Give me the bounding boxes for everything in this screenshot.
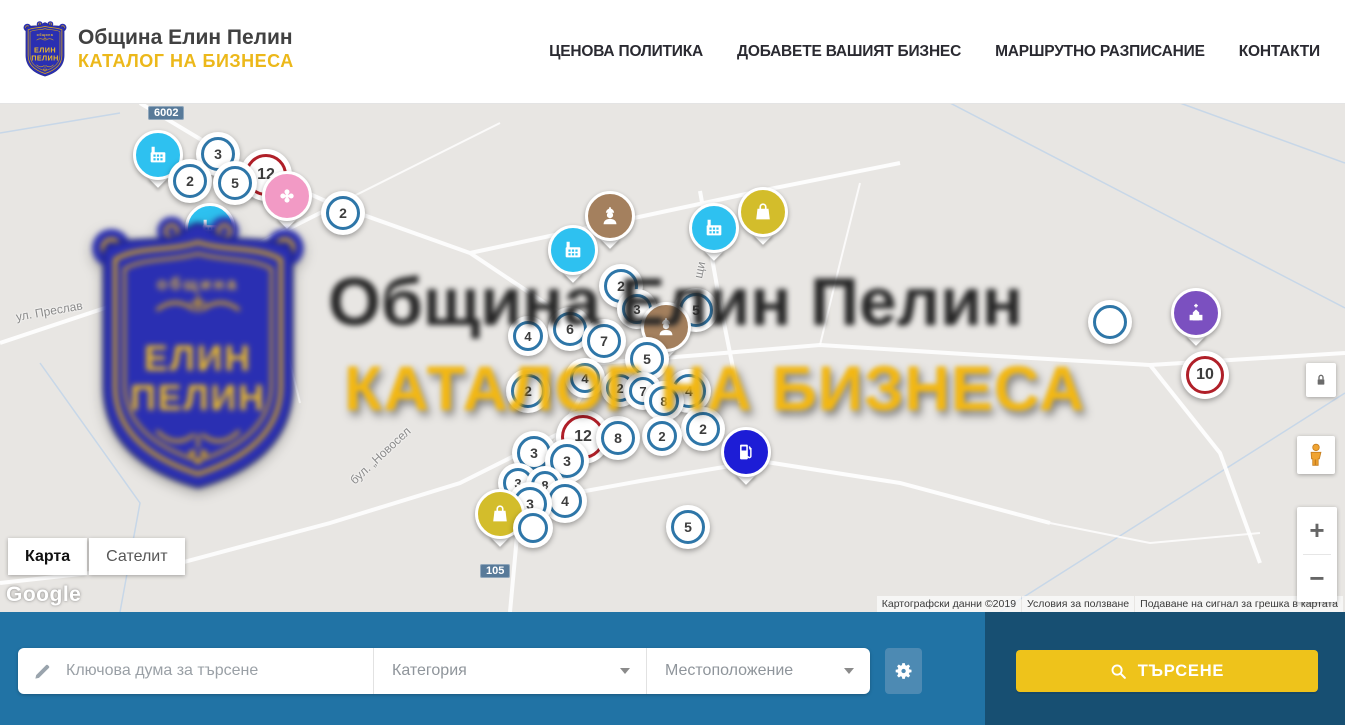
cluster-count: 2	[616, 381, 623, 396]
cluster-count: 3	[563, 453, 571, 469]
cluster-count: 6	[566, 321, 574, 337]
cluster-marker[interactable]: 2	[321, 191, 365, 235]
search-icon	[1110, 663, 1127, 680]
map-type-map-button[interactable]: Карта	[8, 538, 87, 575]
pegman-icon	[1303, 442, 1329, 468]
flower-icon	[262, 171, 312, 221]
cluster-count: 2	[524, 383, 532, 399]
attribution-copyright: Картографски данни ©2019	[877, 596, 1021, 612]
factory-pin[interactable]	[548, 225, 598, 275]
location-select[interactable]: Местоположение	[646, 648, 870, 694]
header: Община Елин Пелин КАТАЛОГ НА БИЗНЕСА ЦЕН…	[0, 0, 1345, 104]
cluster-count: 2	[186, 173, 194, 189]
cluster-marker[interactable]: 5	[666, 505, 710, 549]
fuel-icon	[721, 427, 771, 477]
category-select-label: Категория	[392, 662, 646, 680]
cluster-marker[interactable]	[1088, 300, 1132, 344]
lock-button[interactable]	[1306, 363, 1336, 397]
map-attribution: Картографски данни ©2019 Условия за полз…	[877, 596, 1343, 612]
chevron-down-icon	[844, 668, 854, 674]
pencil-icon	[33, 662, 52, 681]
fuel-pin[interactable]	[721, 427, 771, 477]
factory-icon	[548, 225, 598, 275]
cluster-count: 7	[600, 333, 608, 349]
cluster-count: 4	[561, 493, 569, 509]
cluster-count: 4	[685, 383, 693, 399]
attribution-terms-link[interactable]: Условия за ползване	[1022, 596, 1134, 612]
main-nav: ЦЕНОВА ПОЛИТИКА ДОБАВЕТЕ ВАШИЯТ БИЗНЕС М…	[549, 0, 1320, 103]
cluster-count: 8	[660, 394, 667, 409]
bag-pin[interactable]	[738, 187, 788, 237]
search-button[interactable]: ТЪРСЕНЕ	[1016, 650, 1318, 692]
map-canvas[interactable]: 312252235647510422748221283338435 Община…	[0, 103, 1345, 612]
cluster-count: 2	[658, 429, 665, 444]
nav-item-add-business[interactable]: ДОБАВЕТЕ ВАШИЯТ БИЗНЕС	[737, 43, 961, 61]
cluster-ring	[518, 513, 548, 543]
search-bar: Категория Местоположение ТЪРСЕНЕ	[0, 612, 1345, 725]
cluster-marker[interactable]: 2	[506, 369, 550, 413]
gear-icon	[894, 661, 914, 681]
cluster-marker[interactable]: 7	[582, 319, 626, 363]
cluster-count: 5	[684, 519, 692, 535]
factory-pin[interactable]	[185, 203, 235, 253]
search-fields: Категория Местоположение	[18, 648, 870, 694]
markers-layer: 312252235647510422748221283338435	[0, 103, 1345, 612]
search-button-label: ТЪРСЕНЕ	[1138, 662, 1224, 681]
zoom-control: + −	[1297, 507, 1337, 602]
zoom-out-button[interactable]: −	[1297, 555, 1337, 602]
cluster-count: 3	[530, 445, 538, 461]
lock-icon	[1313, 372, 1329, 388]
cluster-count: 3	[633, 302, 640, 317]
cluster-marker[interactable]: 10	[1181, 351, 1229, 399]
cluster-marker[interactable]: 4	[508, 316, 548, 356]
cluster-marker[interactable]: 5	[213, 161, 257, 205]
location-select-label: Местоположение	[665, 662, 870, 680]
zoom-in-button[interactable]: +	[1297, 507, 1337, 554]
cluster-marker[interactable]: 2	[168, 159, 212, 203]
nav-item-route-schedule[interactable]: МАРШРУТНО РАЗПИСАНИЕ	[995, 43, 1205, 61]
bag-icon	[738, 187, 788, 237]
cluster-count: 8	[614, 430, 622, 446]
cluster-count: 3	[214, 146, 222, 162]
nav-item-contacts[interactable]: КОНТАКТИ	[1239, 43, 1320, 61]
cluster-count: 10	[1196, 366, 1214, 384]
cluster-count: 2	[339, 205, 347, 221]
cluster-marker[interactable]	[513, 508, 553, 548]
factory-icon	[185, 203, 235, 253]
map-type-control: Карта Сателит	[8, 538, 185, 575]
map-type-satellite-button[interactable]: Сателит	[89, 538, 184, 575]
street-view-pegman-button[interactable]	[1297, 436, 1335, 474]
cluster-count: 4	[524, 329, 531, 344]
cluster-count: 5	[692, 302, 700, 318]
factory-pin[interactable]	[689, 203, 739, 253]
keyword-field-wrap	[18, 648, 373, 694]
advanced-settings-button[interactable]	[885, 648, 922, 694]
cluster-marker[interactable]: 8	[644, 381, 684, 421]
cluster-count: 4	[581, 371, 588, 386]
cluster-ring	[1093, 305, 1127, 339]
brand[interactable]: Община Елин Пелин КАТАЛОГ НА БИЗНЕСА	[22, 20, 294, 78]
cluster-count: 5	[643, 351, 651, 367]
church-icon	[1171, 288, 1221, 338]
church-pin[interactable]	[1171, 288, 1221, 338]
keyword-search-input[interactable]	[64, 661, 373, 681]
site-subtitle: КАТАЛОГ НА БИЗНЕСА	[78, 51, 294, 72]
cluster-count: 2	[699, 421, 707, 437]
cluster-count: 2	[617, 278, 625, 294]
chevron-down-icon	[620, 668, 630, 674]
cluster-marker[interactable]: 2	[642, 416, 682, 456]
site-title: Община Елин Пелин	[78, 26, 294, 50]
category-select[interactable]: Категория	[373, 648, 646, 694]
factory-icon	[689, 203, 739, 253]
cluster-count: 5	[231, 175, 239, 191]
municipality-emblem-logo	[22, 20, 68, 78]
cluster-marker[interactable]: 8	[596, 416, 640, 460]
cluster-marker[interactable]: 2	[681, 407, 725, 451]
flower-pin[interactable]	[262, 171, 312, 221]
google-logo[interactable]: Google	[6, 583, 81, 607]
nav-item-pricing[interactable]: ЦЕНОВА ПОЛИТИКА	[549, 43, 703, 61]
cluster-marker[interactable]: 4	[565, 358, 605, 398]
